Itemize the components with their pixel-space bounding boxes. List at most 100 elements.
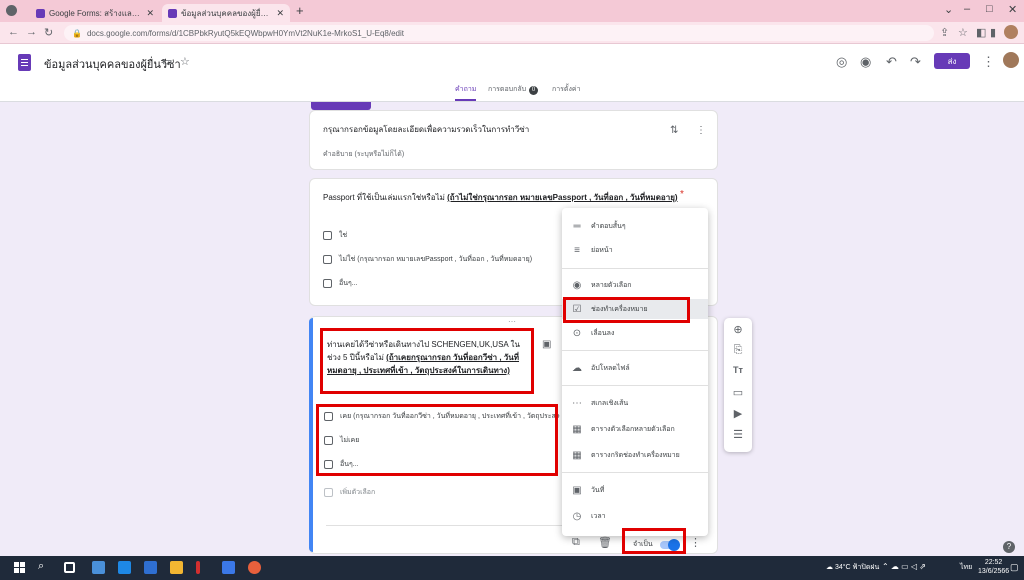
short-answer-icon: ═ xyxy=(573,220,581,232)
close-tab-icon[interactable]: ✕ xyxy=(276,8,284,19)
menu-item-date[interactable]: ▣ วันที่ xyxy=(562,480,708,500)
menu-item-linear-scale[interactable]: ⋯ สเกลเชิงเส้น xyxy=(562,393,708,413)
section-header-tag xyxy=(311,102,371,110)
close-window-icon[interactable]: ✕ xyxy=(1008,3,1017,16)
new-tab-icon[interactable]: + xyxy=(296,3,304,18)
input-language[interactable]: ไทย xyxy=(960,562,972,573)
url-text: docs.google.com/forms/d/1CBPbkRyutQ5kEQW… xyxy=(86,28,404,38)
menu-divider xyxy=(562,268,708,269)
form-title[interactable]: ข้อมูลส่วนบุคคลของผู้ยื่นวีซ่า xyxy=(44,55,181,73)
account-avatar[interactable] xyxy=(1003,52,1019,68)
maximize-icon[interactable]: □ xyxy=(986,3,993,15)
add-question-icon[interactable]: ⊕ xyxy=(724,323,752,336)
menu-item-short-answer[interactable]: ═ คำตอบสั้นๆ xyxy=(562,216,708,236)
tab-questions[interactable]: คำถาม xyxy=(455,84,477,101)
tray-icons[interactable]: ⌃ ☁ ▭ ◁ ⇗ xyxy=(882,562,926,571)
chrome-icon[interactable] xyxy=(248,561,261,574)
add-image-icon[interactable]: ▭ xyxy=(724,386,752,399)
add-title-icon[interactable]: Tт xyxy=(724,365,752,375)
undo-icon[interactable]: ↶ xyxy=(886,54,897,70)
weather-status[interactable]: ☁ 34°C ฟ้าปิดฝน xyxy=(826,562,879,573)
highlight-checkbox-type xyxy=(563,297,690,323)
menu-item-multiple-choice[interactable]: ◉ หลายตัวเลือก xyxy=(562,275,708,295)
radio-icon: ◉ xyxy=(572,279,582,291)
calendar-icon: ▣ xyxy=(572,484,582,496)
mail-icon[interactable] xyxy=(118,561,131,574)
forms-favicon-icon xyxy=(36,8,45,18)
address-bar[interactable]: 🔒 docs.google.com/forms/d/1CBPbkRyutQ5kE… xyxy=(64,25,934,41)
clock-date: 13/6/2566 xyxy=(978,568,1010,575)
palette-icon[interactable]: ◎ xyxy=(836,54,847,70)
send-button[interactable]: ส่ง xyxy=(934,53,970,69)
description-card[interactable]: กรุณากรอกข้อมูลโดยละเอียดเพื่อความรวดเร็… xyxy=(309,110,718,170)
import-questions-icon[interactable]: ⎘ xyxy=(724,344,752,357)
question-title[interactable]: Passport ที่ใช้เป็นเล่มแรกใช่หรือไม่ (ถ้… xyxy=(323,191,683,204)
tab-responses[interactable]: การตอบกลับ 0 xyxy=(488,84,539,95)
description-subtitle[interactable]: คำอธิบาย (ระบุหรือไม่ก็ได้) xyxy=(323,149,404,160)
windows-start-icon[interactable] xyxy=(14,562,25,573)
browser-profile-avatar[interactable] xyxy=(1004,25,1018,39)
add-image-icon[interactable]: ▣ xyxy=(542,339,551,350)
star-icon[interactable]: ☆ xyxy=(180,55,190,68)
tab-search-icon[interactable]: ⌄ xyxy=(944,3,953,16)
drag-handle-icon[interactable]: ⋯ xyxy=(508,317,516,326)
checkbox-grid-icon: ▦ xyxy=(572,449,582,461)
help-icon[interactable]: ? xyxy=(1003,541,1015,553)
folder-icon[interactable]: ▭ xyxy=(162,55,172,68)
bookmark-star-icon[interactable]: ☆ xyxy=(958,26,968,39)
sidebar-icon[interactable]: ▮ xyxy=(990,26,996,39)
option-row[interactable]: ใช่ xyxy=(323,230,347,241)
menu-item-time[interactable]: ◷ เวลา xyxy=(562,506,708,526)
menu-item-checkbox-grid[interactable]: ▦ ตารางกริดช่องทำเครื่องหมาย xyxy=(562,445,708,465)
share-icon[interactable]: ⇪ xyxy=(940,26,949,39)
menu-item-label: ย่อหน้า xyxy=(591,246,613,254)
menu-item-multiple-choice-grid[interactable]: ▦ ตารางตัวเลือกหลายตัวเลือก xyxy=(562,419,708,439)
menu-item-paragraph[interactable]: ≡ ย่อหน้า xyxy=(562,240,708,260)
add-video-icon[interactable]: ▶ xyxy=(724,407,752,420)
file-explorer-icon[interactable] xyxy=(170,561,183,574)
google-forms-icon[interactable] xyxy=(18,54,31,71)
preview-eye-icon[interactable]: ◉ xyxy=(860,54,871,70)
add-option-row[interactable]: เพิ่มตัวเลือก xyxy=(324,487,375,498)
upload-icon: ☁ xyxy=(572,362,582,374)
tab-settings[interactable]: การตั้งค่า xyxy=(552,84,581,95)
option-row[interactable]: ไม่ใช่ (กรุณากรอก หมายเลขPassport , วันท… xyxy=(323,254,532,265)
option-row[interactable]: อื่นๆ... xyxy=(323,278,358,289)
menu-item-file-upload[interactable]: ☁ อัปโหลดไฟล์ xyxy=(562,358,708,378)
checkbox-icon xyxy=(323,279,332,288)
paragraph-icon: ≡ xyxy=(574,244,580,256)
photos-icon[interactable] xyxy=(222,561,235,574)
duplicate-icon[interactable]: ⧉ xyxy=(572,536,580,549)
required-asterisk: * xyxy=(680,189,684,200)
minimize-icon[interactable]: – xyxy=(964,3,970,15)
widgets-icon[interactable] xyxy=(92,561,105,574)
redo-icon[interactable]: ↷ xyxy=(910,54,921,70)
extensions-icon[interactable]: ◧ xyxy=(976,26,986,39)
windows-taskbar: ⌕ ☁ 34°C ฟ้าปิดฝน ⌃ ☁ ▭ ◁ ⇗ ไทย 22:52 13/… xyxy=(0,556,1024,580)
menu-item-label: ตารางตัวเลือกหลายตัวเลือก xyxy=(591,425,675,433)
forward-icon[interactable]: → xyxy=(26,26,37,38)
search-icon[interactable]: ⌕ xyxy=(38,560,51,573)
browser-tabbar: Google Forms: สร้างและวิเคราะห์แบบสำรวจ … xyxy=(0,0,1024,22)
notifications-icon[interactable]: ▢ xyxy=(1010,562,1019,573)
browser-menu-icon[interactable] xyxy=(6,5,17,16)
active-card-indicator xyxy=(309,318,313,552)
add-section-icon[interactable]: ☰ xyxy=(724,428,752,441)
description-title[interactable]: กรุณากรอกข้อมูลโดยละเอียดเพื่อความรวดเร็… xyxy=(323,123,529,136)
more-vert-icon[interactable]: ⋮ xyxy=(982,54,995,70)
back-icon[interactable]: ← xyxy=(8,26,19,38)
close-tab-icon[interactable]: ✕ xyxy=(146,8,154,19)
browser-tab-google-forms[interactable]: Google Forms: สร้างและวิเคราะห์แบบสำรวจ … xyxy=(30,4,160,22)
clock[interactable]: 22:52 13/6/2566 xyxy=(978,558,1009,576)
edge-browser-icon[interactable] xyxy=(144,561,157,574)
browser-tab-form-edit[interactable]: ข้อมูลส่วนบุคคลของผู้ยื่นวีซ่า - Google … xyxy=(162,4,290,22)
option-label: ใช่ xyxy=(339,232,348,239)
more-vert-icon[interactable]: ⋮ xyxy=(690,536,701,549)
reload-icon[interactable]: ↻ xyxy=(44,26,53,39)
more-vert-icon[interactable]: ⋮ xyxy=(696,125,706,136)
task-view-icon[interactable] xyxy=(64,562,75,573)
collapse-icon[interactable]: ⇅ xyxy=(670,125,678,136)
delete-icon[interactable]: 🗑 xyxy=(598,536,612,549)
menu-item-dropdown[interactable]: ⊙ เลื่อนลง xyxy=(562,323,708,343)
app-icon[interactable] xyxy=(196,561,200,574)
